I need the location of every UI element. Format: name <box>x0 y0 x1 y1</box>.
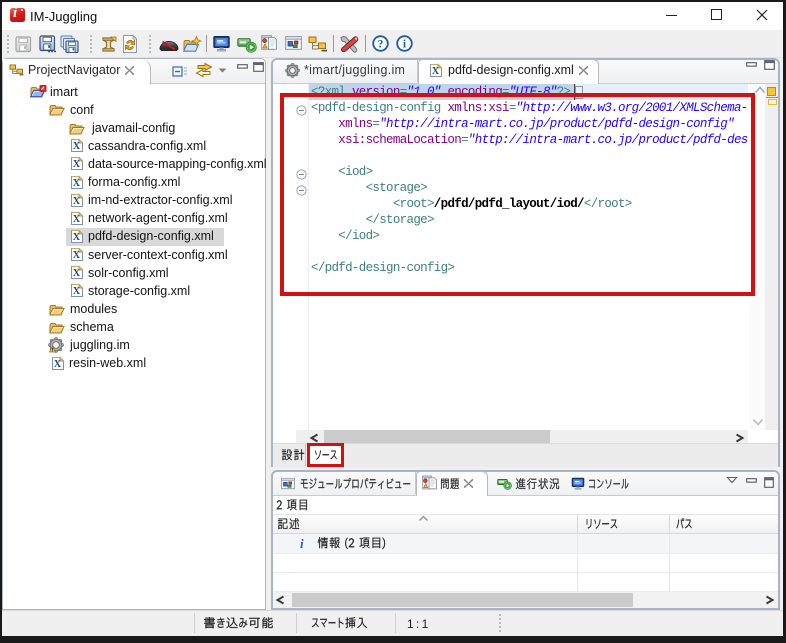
svg-text:X: X <box>73 178 81 189</box>
svg-text:X: X <box>73 286 81 297</box>
svg-text:X: X <box>54 359 62 370</box>
svg-text:X: X <box>432 66 440 77</box>
svg-text:X: X <box>73 159 81 170</box>
svg-text:X: X <box>73 141 81 152</box>
svg-text:X: X <box>73 250 81 261</box>
svg-text:X: X <box>73 268 81 279</box>
svg-text:?: ? <box>378 38 384 50</box>
svg-text:X: X <box>73 196 81 207</box>
svg-text:X: X <box>73 214 81 225</box>
svg-text:X: X <box>73 232 81 243</box>
